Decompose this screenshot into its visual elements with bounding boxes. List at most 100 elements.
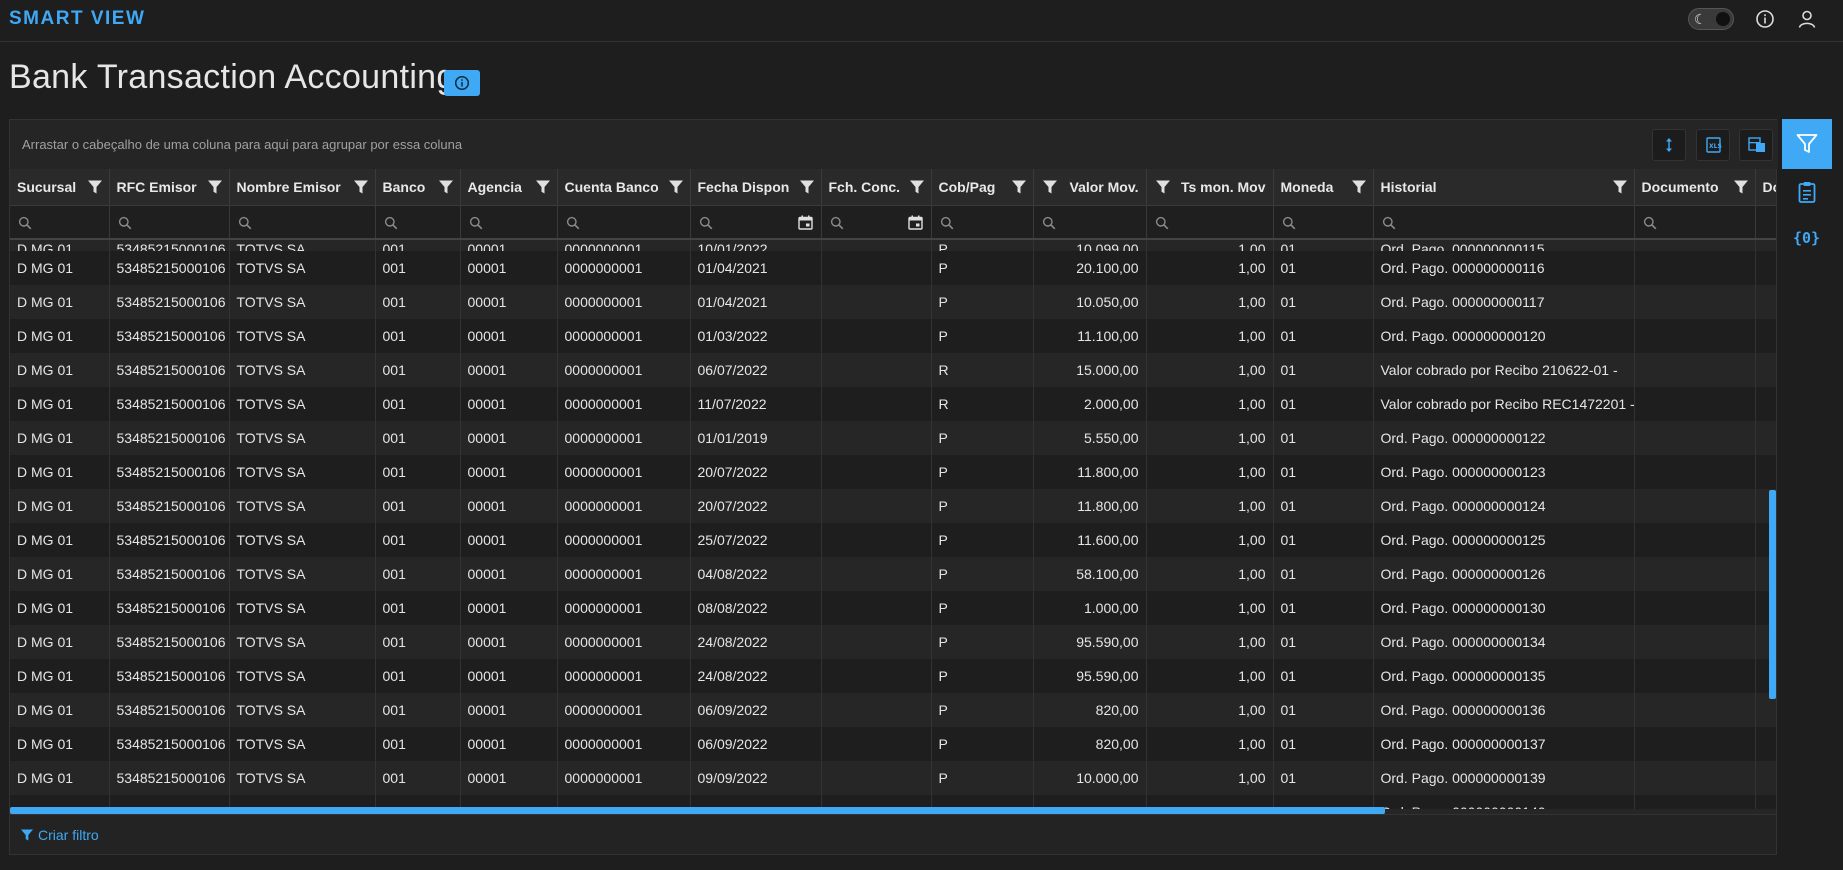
table-cell: Ord. Pago. 000000000122 — [1373, 421, 1635, 455]
table-cell: 01/01/2019 — [690, 421, 822, 455]
table-row[interactable]: D MG 01 53485215000106 TOTVS SA 001 00001 000… — [10, 319, 1776, 353]
table-cell — [821, 557, 932, 591]
table-row[interactable]: D MG 01 53485215000106 TOTVS SA 001 00001 000… — [10, 727, 1776, 761]
table-cell: 1,00 — [1146, 489, 1274, 523]
filter-cell-nombre-emisor[interactable] — [229, 205, 376, 240]
table-row[interactable]: D MG 01 53485215000106 TOTVS SA 001 00001 000… — [10, 285, 1776, 319]
table-cell: 001 — [375, 625, 461, 659]
group-panel[interactable]: Arrastar o cabeçalho de uma coluna para … — [10, 120, 1778, 169]
export-excel-button[interactable]: XLS — [1696, 129, 1730, 161]
calendar-icon[interactable] — [797, 215, 813, 233]
filter-cell-cob-pag[interactable] — [931, 205, 1034, 240]
table-row[interactable]: D MG 01 53485215000106 TOTVS SA 001 00001 000… — [10, 659, 1776, 693]
column-filter-icon[interactable] — [535, 179, 551, 198]
table-cell: 00001 — [460, 693, 558, 727]
filter-cell-historial[interactable] — [1373, 205, 1635, 240]
column-filter-icon[interactable] — [1612, 179, 1628, 198]
column-filter-icon[interactable] — [1155, 179, 1171, 198]
table-cell — [821, 591, 932, 625]
filter-cell-do[interactable] — [1755, 205, 1776, 240]
expand-rows-button[interactable] — [1652, 129, 1686, 161]
column-filter-icon[interactable] — [438, 179, 454, 198]
column-header-cob-pag[interactable]: Cob/Pag — [931, 169, 1034, 206]
filter-cell-sucursal[interactable] — [10, 205, 110, 240]
column-filter-icon[interactable] — [668, 179, 684, 198]
column-filter-icon[interactable] — [909, 179, 925, 198]
table-row[interactable]: D MG 01 53485215000106 TOTVS SA 001 00001 000… — [10, 239, 1776, 251]
filter-cell-moneda[interactable] — [1273, 205, 1374, 240]
column-header-nombre-emisor[interactable]: Nombre Emisor — [229, 169, 376, 206]
grid-viewport[interactable]: Sucursal RFC Emisor Nombre Emisor Banco Agen… — [10, 169, 1776, 809]
table-row[interactable]: D MG 01 53485215000106 TOTVS SA 001 00001 000… — [10, 251, 1776, 285]
column-header-banco[interactable]: Banco — [375, 169, 461, 206]
column-filter-icon[interactable] — [353, 179, 369, 198]
column-chooser-button[interactable] — [1739, 129, 1773, 161]
horizontal-scrollbar[interactable] — [10, 807, 1385, 814]
vertical-scrollbar[interactable] — [1769, 490, 1776, 699]
table-cell: P — [931, 625, 1034, 659]
table-cell — [1634, 761, 1756, 795]
page-info-button[interactable] — [444, 70, 480, 96]
filter-cell-documento[interactable] — [1634, 205, 1756, 240]
column-header-do[interactable]: Do — [1755, 169, 1776, 206]
column-header-rfc-emisor[interactable]: RFC Emisor — [109, 169, 230, 206]
table-cell — [821, 387, 932, 421]
column-header-moneda[interactable]: Moneda — [1273, 169, 1374, 206]
column-header-fch-conc[interactable]: Fch. Conc. — [821, 169, 932, 206]
column-filter-icon[interactable] — [799, 179, 815, 198]
table-row[interactable]: D MG 01 53485215000106 TOTVS SA 001 00001 000… — [10, 489, 1776, 523]
theme-toggle[interactable]: ☾ — [1688, 8, 1734, 30]
filter-cell-fch-conc[interactable] — [821, 205, 932, 240]
column-filter-icon[interactable] — [87, 179, 103, 198]
column-header-valor-mov[interactable]: Valor Mov. — [1033, 169, 1147, 206]
column-header-fecha-dispon[interactable]: Fecha Dispon — [690, 169, 822, 206]
table-row[interactable]: D MG 01 53485215000106 TOTVS SA 001 00001 000… — [10, 455, 1776, 489]
column-filter-icon[interactable] — [1733, 179, 1749, 198]
table-row[interactable]: D MG 01 53485215000106 TOTVS SA 001 00001 000… — [10, 693, 1776, 727]
column-header-agencia[interactable]: Agencia — [460, 169, 558, 206]
column-header-historial[interactable]: Historial — [1373, 169, 1635, 206]
table-cell: D MG 01 — [10, 523, 110, 557]
table-row[interactable]: D MG 01 53485215000106 TOTVS SA 001 00001 000… — [10, 523, 1776, 557]
user-icon[interactable] — [1796, 8, 1818, 30]
column-filter-icon[interactable] — [207, 179, 223, 198]
table-row[interactable]: D MG 01 53485215000106 TOTVS SA 001 00001 000… — [10, 557, 1776, 591]
info-icon[interactable] — [1754, 8, 1776, 30]
column-header-sucursal[interactable]: Sucursal — [10, 169, 110, 206]
table-cell: Ord. Pago. 000000000137 — [1373, 727, 1635, 761]
column-filter-icon[interactable] — [1011, 179, 1027, 198]
table-row[interactable]: D MG 01 53485215000106 TOTVS SA 001 00001 000… — [10, 591, 1776, 625]
column-header-documento[interactable]: Documento — [1634, 169, 1756, 206]
filter-panel-button[interactable] — [1782, 119, 1832, 169]
column-header-cuenta-banco[interactable]: Cuenta Banco — [557, 169, 691, 206]
table-row[interactable]: D MG 01 53485215000106 TOTVS SA 001 00001 000… — [10, 387, 1776, 421]
filter-cell-banco[interactable] — [375, 205, 461, 240]
filter-cell-agencia[interactable] — [460, 205, 558, 240]
filter-cell-rfc-emisor[interactable] — [109, 205, 230, 240]
column-filter-icon[interactable] — [1042, 179, 1058, 198]
table-cell: 001 — [375, 761, 461, 795]
search-icon — [566, 216, 580, 233]
filter-cell-ts-mon-mov[interactable] — [1146, 205, 1274, 240]
clipboard-icon[interactable] — [1795, 180, 1819, 204]
app-brand[interactable]: SMART VIEW — [9, 8, 145, 30]
create-filter-link[interactable]: Criar filtro — [20, 827, 99, 843]
filter-cell-cuenta-banco[interactable] — [557, 205, 691, 240]
filter-cell-fecha-dispon[interactable] — [690, 205, 822, 240]
table-row[interactable]: D MG 01 53485215000106 TOTVS SA 001 00001 000… — [10, 761, 1776, 795]
table-cell: 2.000,00 — [1033, 387, 1147, 421]
table-cell: 01/03/2022 — [690, 319, 822, 353]
filter-cell-valor-mov[interactable] — [1033, 205, 1147, 240]
table-cell — [1634, 239, 1756, 251]
table-cell: 00001 — [460, 285, 558, 319]
table-cell: 20/07/2022 — [690, 455, 822, 489]
table-row[interactable]: D MG 01 53485215000106 TOTVS SA 001 00001 000… — [10, 625, 1776, 659]
table-row[interactable]: D MG 01 53485215000106 TOTVS SA 001 00001 000… — [10, 421, 1776, 455]
column-header-ts-mon-mov[interactable]: Ts mon. Mov — [1146, 169, 1274, 206]
table-cell: 0000000001 — [557, 659, 691, 693]
json-braces-icon[interactable]: {0} — [1793, 229, 1820, 247]
calendar-icon[interactable] — [907, 215, 923, 233]
column-filter-icon[interactable] — [1351, 179, 1367, 198]
table-cell: D MG 01 — [10, 557, 110, 591]
table-row[interactable]: D MG 01 53485215000106 TOTVS SA 001 00001 000… — [10, 353, 1776, 387]
